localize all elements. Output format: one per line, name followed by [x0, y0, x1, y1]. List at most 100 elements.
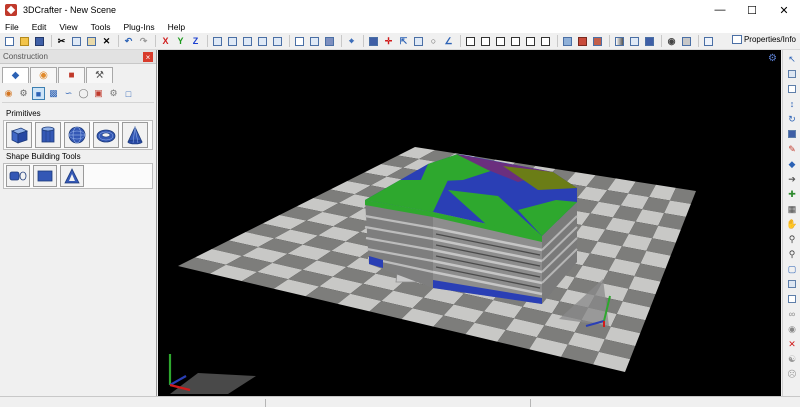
cube-mode-icon[interactable] [367, 35, 380, 48]
bone-icon[interactable]: ☯ [786, 353, 798, 365]
zoom-selected-icon[interactable] [226, 35, 239, 48]
close-icon[interactable]: ✕ [768, 0, 800, 20]
sphere-icon[interactable] [64, 122, 90, 148]
x-axis-button[interactable]: X [159, 35, 172, 48]
cylinder-icon[interactable] [35, 122, 61, 148]
image-plane-icon[interactable]: ▣ [92, 87, 105, 100]
panel-close-button[interactable]: × [143, 52, 153, 62]
menu-help[interactable]: Help [168, 22, 185, 32]
zoom-region-icon[interactable] [256, 35, 269, 48]
zoom-extents-icon[interactable] [211, 35, 224, 48]
gear-settings-icon[interactable]: ⚙ [17, 87, 30, 100]
properties-info-button[interactable]: Properties/Info [731, 35, 796, 44]
render-scene-icon[interactable] [680, 35, 693, 48]
lathe-icon[interactable] [60, 165, 84, 187]
pointer-tool-icon[interactable]: ↖ [786, 53, 798, 65]
split-v-view-icon[interactable] [479, 35, 492, 48]
move-tool-icon[interactable]: ↕ [786, 98, 798, 110]
cut-icon[interactable]: ✂ [55, 35, 68, 48]
select-texture-icon[interactable] [323, 35, 336, 48]
zoom-extent-icon[interactable]: ▦ [786, 203, 798, 215]
rotate-tool-icon[interactable]: ↻ [786, 113, 798, 125]
box-shape-icon[interactable] [33, 165, 57, 187]
menu-plugins[interactable]: Plug-Ins [123, 22, 154, 32]
eye-icon[interactable]: ◉ [786, 323, 798, 335]
single-view-icon[interactable] [464, 35, 477, 48]
open-folder-icon[interactable] [18, 35, 31, 48]
menu-bar: File Edit View Tools Plug-Ins Help [0, 20, 800, 33]
bottom-view-icon[interactable] [539, 35, 552, 48]
menu-tools[interactable]: Tools [91, 22, 111, 32]
box-select-icon[interactable] [786, 68, 798, 80]
quad-view-icon[interactable] [509, 35, 522, 48]
z-axis-button[interactable]: Z [189, 35, 202, 48]
region-select-icon[interactable] [786, 83, 798, 95]
bulb-icon[interactable]: ◯ [77, 87, 90, 100]
copy-icon[interactable] [70, 35, 83, 48]
three-view-icon[interactable] [524, 35, 537, 48]
3d-viewport[interactable]: ⚙ [158, 50, 781, 396]
figure-pose-icon[interactable]: ☹ [786, 368, 798, 380]
undo-icon[interactable]: ↶ [122, 35, 135, 48]
zoom-out-icon[interactable]: ⚲ [786, 248, 798, 260]
render-camera-icon[interactable]: ◉ [665, 35, 678, 48]
hand-pan-icon[interactable]: ✋ [786, 218, 798, 230]
menu-file[interactable]: File [5, 22, 19, 32]
select-object-icon[interactable] [293, 35, 306, 48]
tools-tab-icon[interactable]: ⚒ [86, 67, 113, 83]
primitives-label: Primitives [6, 109, 41, 118]
material-tab-icon[interactable]: ■ [58, 67, 85, 83]
paste-icon[interactable] [85, 35, 98, 48]
construction-tab-icon[interactable]: ◆ [2, 67, 29, 83]
extrude-icon[interactable] [6, 165, 30, 187]
train-icon[interactable] [576, 35, 589, 48]
object-mode-icon[interactable]: ■ [32, 87, 45, 100]
cone-icon[interactable] [122, 122, 148, 148]
render-box-icon[interactable] [628, 35, 641, 48]
zoom-all-icon[interactable] [241, 35, 254, 48]
menu-view[interactable]: View [59, 22, 77, 32]
scale-tool-icon[interactable] [786, 128, 798, 140]
save-icon[interactable] [33, 35, 46, 48]
minimize-icon[interactable]: — [704, 0, 736, 20]
delete-icon[interactable]: ✕ [100, 35, 113, 48]
eyedropper-icon[interactable]: ➔ [786, 173, 798, 185]
axes-mode-icon[interactable]: ⇱ [397, 35, 410, 48]
fill-tool-icon[interactable]: ◆ [786, 158, 798, 170]
split-h-view-icon[interactable] [494, 35, 507, 48]
paint-bucket-icon[interactable]: ◉ [2, 87, 15, 100]
camera-icon[interactable] [412, 35, 425, 48]
ungroup-icon[interactable] [786, 293, 798, 305]
gradient-icon[interactable] [613, 35, 626, 48]
box-settings-icon[interactable]: □ [122, 87, 135, 100]
camera-mode-icon[interactable]: ▩ [47, 87, 60, 100]
landscape-icon[interactable] [561, 35, 574, 48]
paint-tab-icon[interactable]: ◉ [30, 67, 57, 83]
figure-icon[interactable] [591, 35, 604, 48]
paint-tool-icon[interactable]: ✎ [786, 143, 798, 155]
torus-icon[interactable] [93, 122, 119, 148]
axis-move-icon[interactable]: ✚ [786, 188, 798, 200]
new-file-icon[interactable] [3, 35, 16, 48]
viewport-settings-icon[interactable]: ⚙ [768, 53, 777, 64]
redo-icon[interactable]: ↷ [137, 35, 150, 48]
link-icon[interactable]: ∞ [786, 308, 798, 320]
render-frame-icon[interactable] [643, 35, 656, 48]
settings-icon[interactable]: ⚙ [107, 87, 120, 100]
menu-edit[interactable]: Edit [32, 22, 47, 32]
path-icon[interactable]: ∠ [442, 35, 455, 48]
light-icon[interactable]: ○ [427, 35, 440, 48]
cube-icon[interactable] [6, 122, 32, 148]
animation-icon[interactable] [702, 35, 715, 48]
crop-icon[interactable]: ▢ [786, 263, 798, 275]
y-axis-button[interactable]: Y [174, 35, 187, 48]
pivot-icon[interactable]: ✛ [382, 35, 395, 48]
move-object-icon[interactable]: ⌖ [345, 35, 358, 48]
zoom-views-icon[interactable] [271, 35, 284, 48]
spline-icon[interactable]: ∽ [62, 87, 75, 100]
group-icon[interactable] [786, 278, 798, 290]
select-group-icon[interactable] [308, 35, 321, 48]
maximize-icon[interactable]: ☐ [736, 0, 768, 20]
zoom-in-icon[interactable]: ⚲ [786, 233, 798, 245]
hide-icon[interactable]: ✕ [786, 338, 798, 350]
